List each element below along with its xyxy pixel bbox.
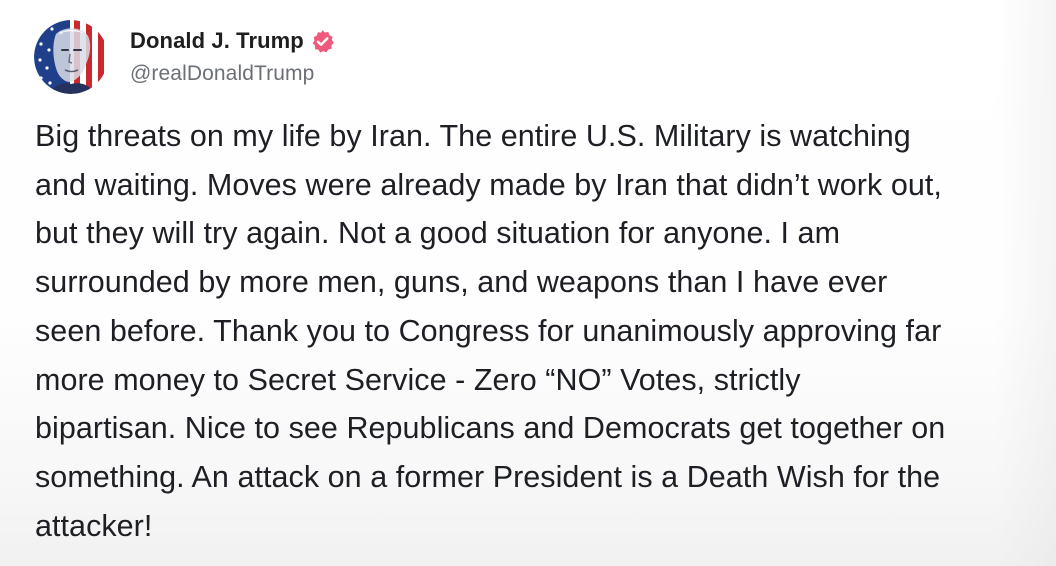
post-body-line: attacker! — [35, 508, 153, 543]
post-body: Big threats on my life by Iran. The enti… — [35, 112, 1040, 550]
post-body-line: Big threats on my life by Iran. The enti… — [35, 119, 911, 153]
post-body-line: but they will try again. Not a good situ… — [35, 216, 841, 251]
post-body-line: more money to Secret Service - Zero “NO”… — [35, 362, 801, 397]
author-info: Donald J. Trump @realDonaldTrump — [130, 20, 335, 86]
name-row: Donald J. Trump — [130, 26, 335, 56]
handle[interactable]: @realDonaldTrump — [130, 62, 335, 86]
post-card: Donald J. Trump @realDonaldTrump Big thr… — [0, 0, 1056, 566]
post-body-line: bipartisan. Nice to see Republicans and … — [35, 411, 946, 446]
avatar[interactable] — [34, 20, 108, 94]
post-body-line: and waiting. Moves were already made by … — [35, 167, 942, 202]
post-header: Donald J. Trump @realDonaldTrump — [34, 20, 335, 94]
post-body-line: seen before. Thank you to Congress for u… — [35, 313, 942, 348]
display-name[interactable]: Donald J. Trump — [130, 28, 304, 54]
post-body-line: something. An attack on a former Preside… — [35, 459, 941, 494]
verified-badge-icon — [312, 29, 334, 53]
post-body-line: surrounded by more men, guns, and weapon… — [35, 265, 888, 300]
